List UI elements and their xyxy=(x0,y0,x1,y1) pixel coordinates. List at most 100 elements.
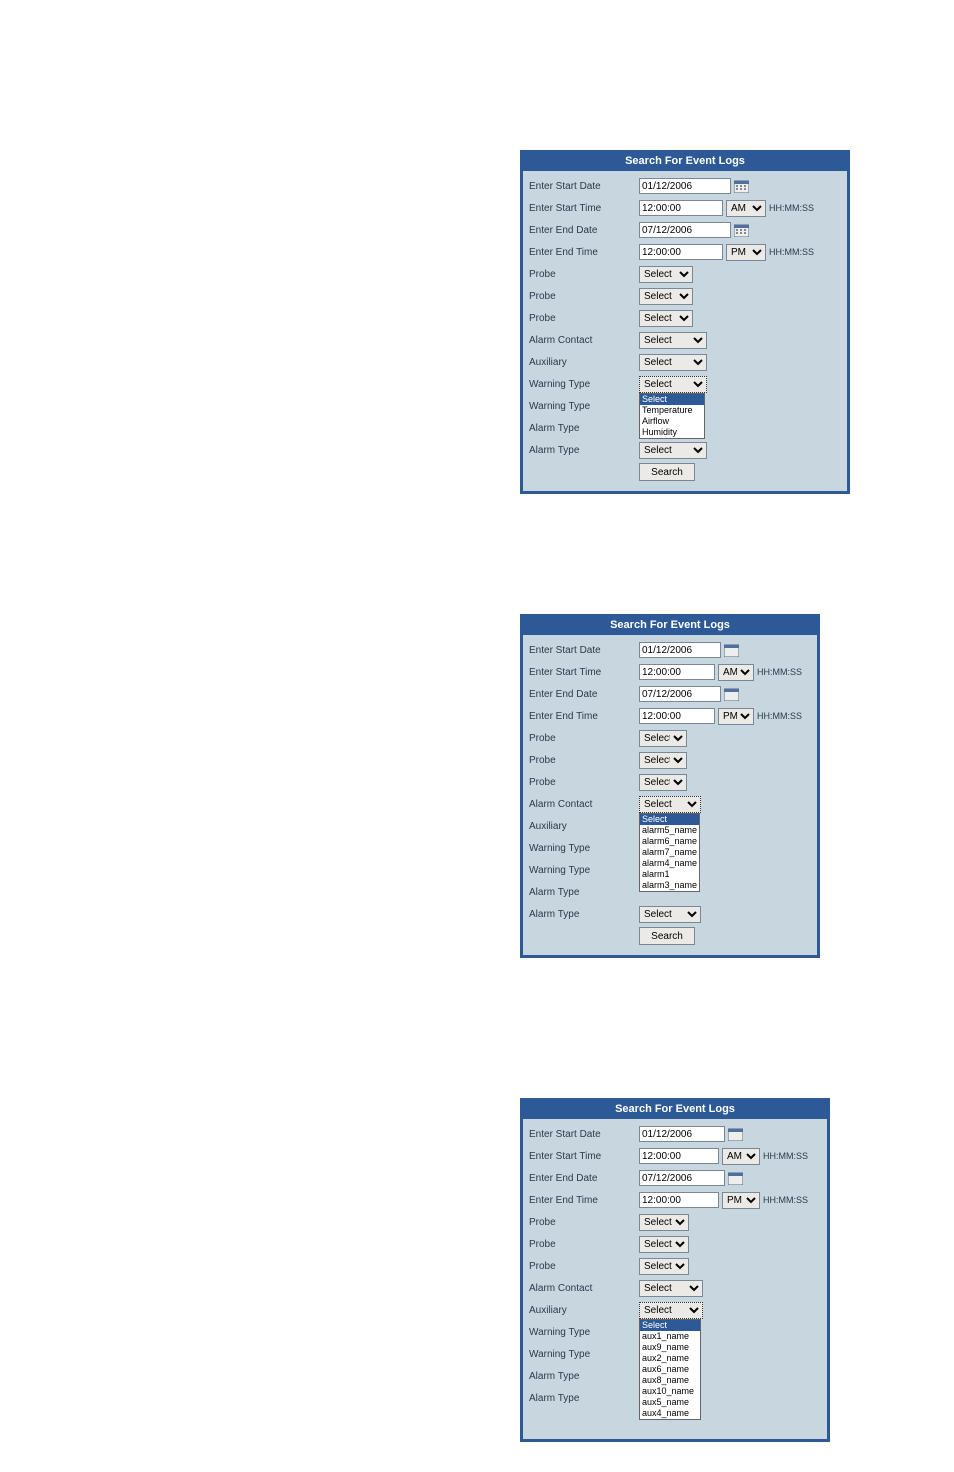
probe-label: Probe xyxy=(529,733,639,744)
start-date-input[interactable] xyxy=(639,642,721,658)
alarm-contact-select[interactable]: Select xyxy=(639,796,701,813)
calendar-icon[interactable] xyxy=(724,643,739,657)
probe-select-3[interactable]: Select xyxy=(639,774,687,791)
time-hint: HH:MM:SS xyxy=(769,203,814,213)
end-date-input[interactable] xyxy=(639,686,721,702)
dropdown-option[interactable]: Airflow xyxy=(640,416,704,427)
probe-select-3[interactable]: Select xyxy=(639,1258,689,1275)
probe-select-2[interactable]: Select xyxy=(639,288,693,305)
alarm-contact-select[interactable]: Select xyxy=(639,332,707,349)
probe-label: Probe xyxy=(529,291,639,302)
panel-title: Search For Event Logs xyxy=(523,1101,827,1119)
end-time-input[interactable] xyxy=(639,708,715,724)
end-date-input[interactable] xyxy=(639,222,731,238)
end-time-input[interactable] xyxy=(639,1192,719,1208)
start-ampm-select[interactable]: AM xyxy=(722,1148,760,1165)
dropdown-option[interactable]: aux2_name xyxy=(640,1353,700,1364)
search-button[interactable]: Search xyxy=(639,927,695,945)
auxiliary-dropdown-list[interactable]: Select aux1_name aux9_name aux2_name aux… xyxy=(639,1319,701,1420)
warning-type-label: Warning Type xyxy=(529,865,639,876)
warning-type-dropdown-list[interactable]: Select Temperature Airflow Humidity xyxy=(639,393,705,439)
auxiliary-select[interactable]: Select xyxy=(639,354,707,371)
start-date-input[interactable] xyxy=(639,1126,725,1142)
alarm-contact-label: Alarm Contact xyxy=(529,799,639,810)
alarm-type-label: Alarm Type xyxy=(529,909,639,920)
end-time-label: Enter End Time xyxy=(529,711,639,722)
dropdown-option[interactable]: alarm7_name xyxy=(640,847,699,858)
dropdown-option[interactable]: aux1_name xyxy=(640,1331,700,1342)
dropdown-option[interactable]: Select xyxy=(640,814,699,825)
alarm-type-select-2[interactable]: Select xyxy=(639,442,707,459)
alarm-type-label: Alarm Type xyxy=(529,1371,639,1382)
alarm-type-select-2[interactable]: Select xyxy=(639,906,701,923)
dropdown-option[interactable]: Select xyxy=(640,1320,700,1331)
dropdown-option[interactable]: Temperature xyxy=(640,405,704,416)
warning-type-label: Warning Type xyxy=(529,379,639,390)
time-hint: HH:MM:SS xyxy=(763,1195,808,1205)
end-date-label: Enter End Date xyxy=(529,1173,639,1184)
search-event-logs-panel-2: Search For Event Logs Enter Start Date E… xyxy=(520,614,820,958)
dropdown-option[interactable]: Humidity xyxy=(640,427,704,438)
end-date-label: Enter End Date xyxy=(529,225,639,236)
search-event-logs-panel-1: Search For Event Logs Enter Start Date E… xyxy=(520,150,850,494)
dropdown-option[interactable]: aux6_name xyxy=(640,1364,700,1375)
calendar-icon[interactable] xyxy=(734,223,749,237)
alarm-type-label: Alarm Type xyxy=(529,887,639,898)
dropdown-option[interactable]: alarm4_name xyxy=(640,858,699,869)
dropdown-option[interactable]: alarm6_name xyxy=(640,836,699,847)
time-hint: HH:MM:SS xyxy=(763,1151,808,1161)
dropdown-option[interactable]: Select xyxy=(640,394,704,405)
probe-select-2[interactable]: Select xyxy=(639,1236,689,1253)
dropdown-option[interactable]: aux8_name xyxy=(640,1375,700,1386)
start-ampm-select[interactable]: AM xyxy=(718,664,754,681)
dropdown-option[interactable]: aux5_name xyxy=(640,1397,700,1408)
probe-label: Probe xyxy=(529,1261,639,1272)
probe-select-1[interactable]: Select xyxy=(639,730,687,747)
dropdown-option[interactable]: aux4_name xyxy=(640,1408,700,1419)
alarm-contact-dropdown-list[interactable]: Select alarm5_name alarm6_name alarm7_na… xyxy=(639,813,700,892)
alarm-type-label: Alarm Type xyxy=(529,1393,639,1404)
probe-select-3[interactable]: Select xyxy=(639,310,693,327)
end-ampm-select[interactable]: PM xyxy=(718,708,754,725)
probe-label: Probe xyxy=(529,755,639,766)
warning-type-label: Warning Type xyxy=(529,1349,639,1360)
start-time-label: Enter Start Time xyxy=(529,667,639,678)
start-date-input[interactable] xyxy=(639,178,731,194)
probe-select-1[interactable]: Select xyxy=(639,266,693,283)
calendar-icon[interactable] xyxy=(728,1171,743,1185)
dropdown-option[interactable]: alarm5_name xyxy=(640,825,699,836)
start-time-input[interactable] xyxy=(639,200,723,216)
end-ampm-select[interactable]: PM xyxy=(722,1192,760,1209)
time-hint: HH:MM:SS xyxy=(757,711,802,721)
start-time-input[interactable] xyxy=(639,1148,719,1164)
dropdown-option[interactable]: alarm3_name xyxy=(640,880,699,891)
probe-select-1[interactable]: Select xyxy=(639,1214,689,1231)
calendar-icon[interactable] xyxy=(724,687,739,701)
start-time-label: Enter Start Time xyxy=(529,203,639,214)
calendar-icon[interactable] xyxy=(734,179,749,193)
probe-select-2[interactable]: Select xyxy=(639,752,687,769)
start-ampm-select[interactable]: AM xyxy=(726,200,766,217)
alarm-contact-label: Alarm Contact xyxy=(529,335,639,346)
auxiliary-select[interactable]: Select xyxy=(639,1302,703,1319)
dropdown-option[interactable]: aux10_name xyxy=(640,1386,700,1397)
end-date-label: Enter End Date xyxy=(529,689,639,700)
warning-type-label: Warning Type xyxy=(529,1327,639,1338)
probe-label: Probe xyxy=(529,313,639,324)
calendar-icon[interactable] xyxy=(728,1127,743,1141)
search-event-logs-panel-3: Search For Event Logs Enter Start Date E… xyxy=(520,1098,830,1442)
md-end-time-input[interactable] xyxy=(639,244,723,260)
search-button[interactable]: Search xyxy=(639,463,695,481)
auxiliary-label: Auxiliary xyxy=(529,357,639,368)
alarm-contact-select[interactable]: Select xyxy=(639,1280,703,1297)
probe-label: Probe xyxy=(529,777,639,788)
auxiliary-label: Auxiliary xyxy=(529,821,639,832)
end-date-input[interactable] xyxy=(639,1170,725,1186)
time-hint: HH:MM:SS xyxy=(757,667,802,677)
start-time-input[interactable] xyxy=(639,664,715,680)
end-ampm-select[interactable]: PM xyxy=(726,244,766,261)
dropdown-option[interactable]: aux9_name xyxy=(640,1342,700,1353)
alarm-contact-label: Alarm Contact xyxy=(529,1283,639,1294)
dropdown-option[interactable]: alarm1 xyxy=(640,869,699,880)
warning-type-select-1[interactable]: Select xyxy=(639,376,707,393)
